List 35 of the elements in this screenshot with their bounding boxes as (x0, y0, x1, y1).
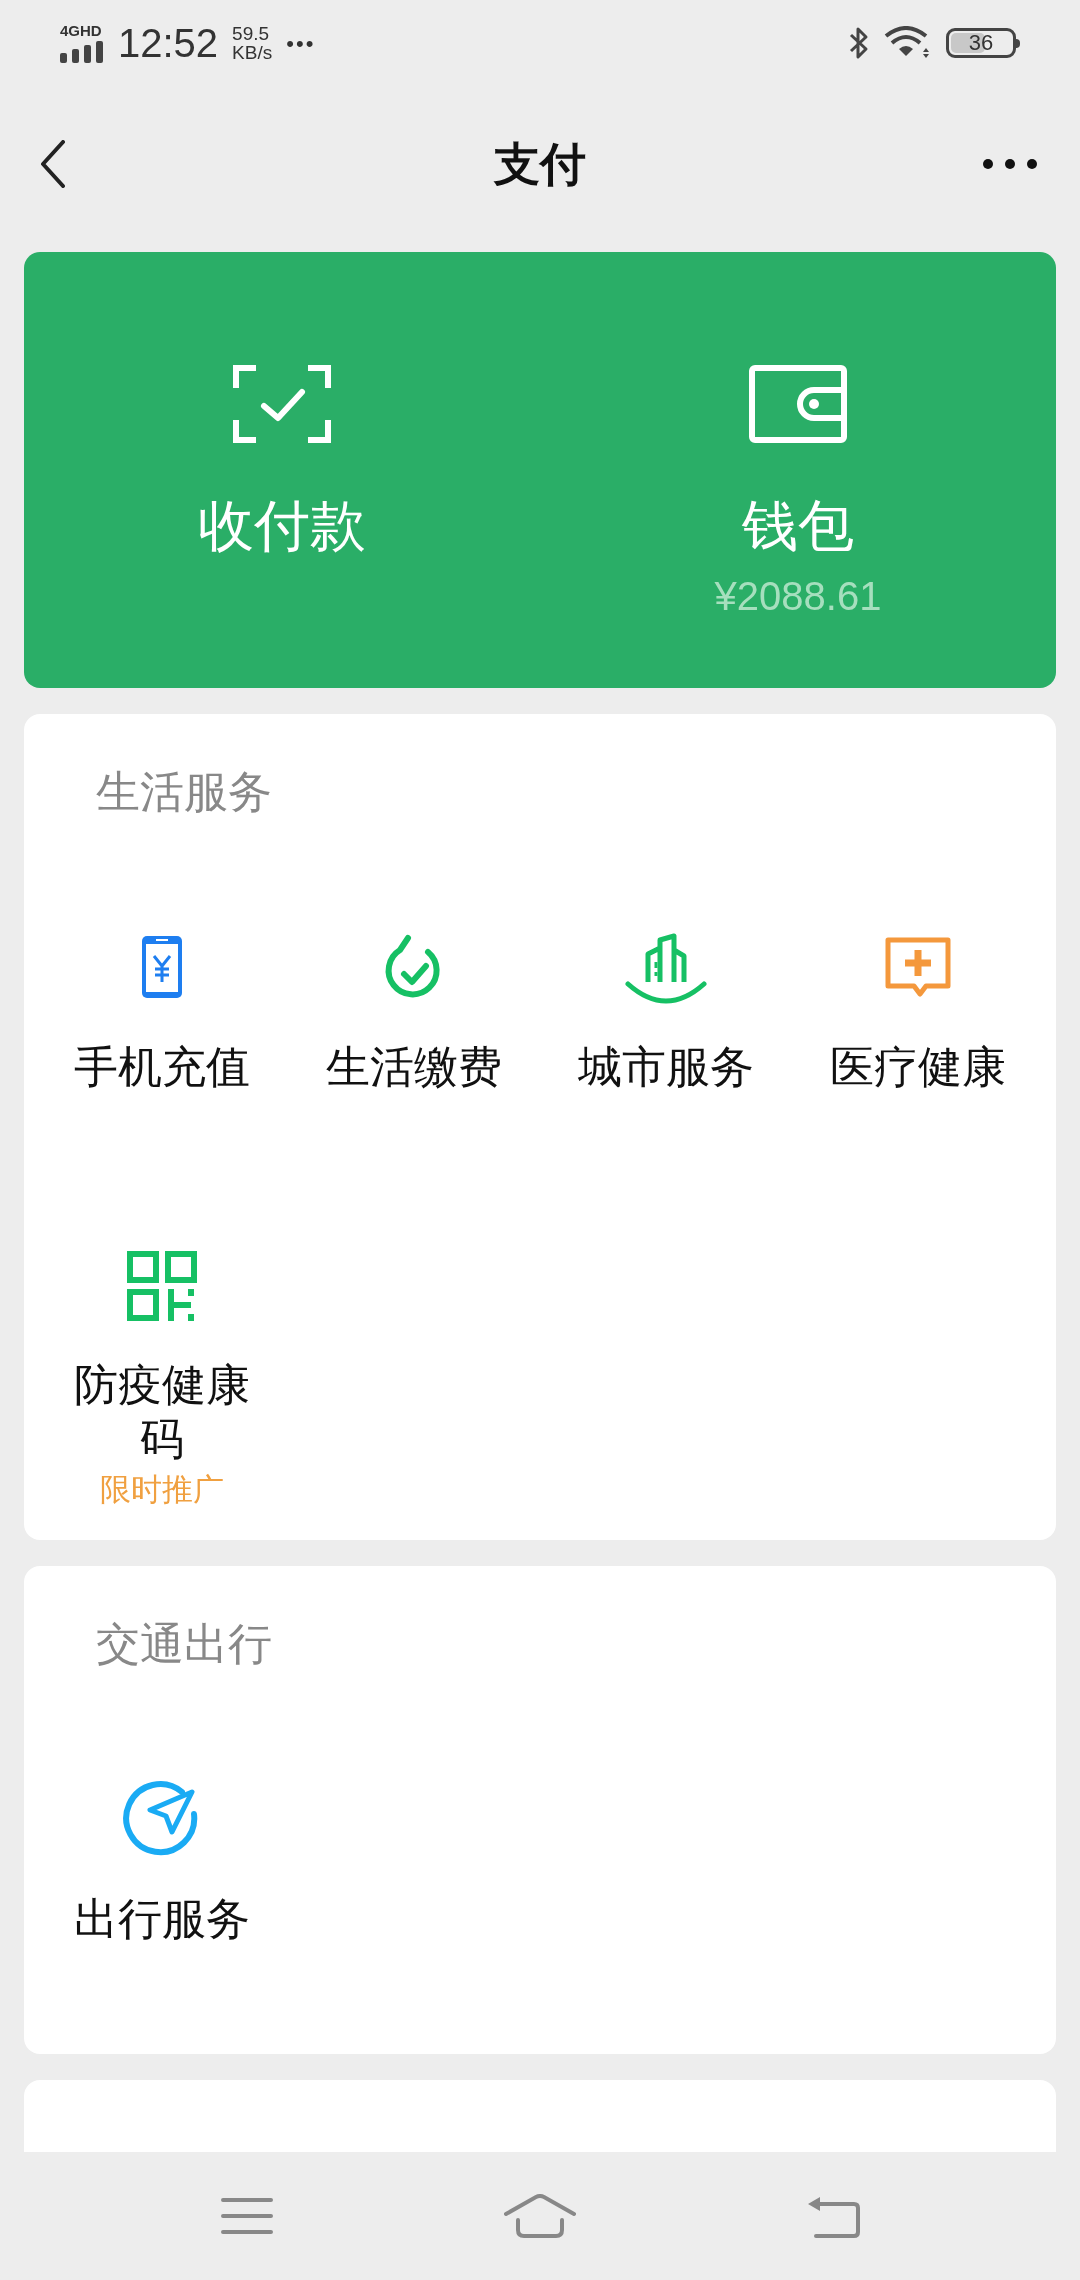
service-item[interactable]: 城市服务 (540, 926, 792, 1094)
service-label: 防疫健康码 (73, 1359, 251, 1465)
return-icon (806, 2194, 861, 2238)
action-label: 收付款 (198, 498, 366, 554)
service-label: 城市服务 (578, 1041, 754, 1093)
service-label: 手机充值 (74, 1041, 250, 1093)
service-item[interactable]: 手机充值 (36, 926, 288, 1094)
speed-unit: KB/s (232, 43, 273, 62)
more-icon (982, 158, 1038, 170)
bluetooth-icon (848, 25, 870, 61)
service-item[interactable]: 生活缴费 (288, 926, 540, 1094)
battery-level: 36 (968, 32, 994, 54)
service-item[interactable]: 医疗健康 (792, 926, 1044, 1094)
section-title: 生活服务 (95, 766, 273, 814)
wifi-icon (884, 26, 932, 60)
home-icon (504, 2194, 576, 2238)
menu-icon (220, 2196, 273, 2236)
service-label: 生活缴费 (326, 1041, 502, 1093)
service-label: 出行服务 (74, 1893, 250, 1945)
service-label: 医疗健康 (830, 1041, 1006, 1093)
service-item[interactable]: 出行服务 (36, 1778, 288, 1946)
promo-tag: 限时推广 (100, 1474, 224, 1505)
clock-time: 12:52 (118, 23, 219, 63)
page-title: 支付 (494, 136, 586, 192)
wallet-icon (748, 364, 848, 444)
action-label: 钱包 (742, 498, 854, 554)
network-type: 4GHD (60, 23, 102, 38)
back-icon (40, 140, 66, 188)
scan-icon (232, 364, 332, 444)
speed-value: 59.5 (232, 24, 271, 43)
section-title: 交通出行 (95, 1618, 273, 1666)
service-item[interactable]: 防疫健康码 限时推广 (36, 1244, 288, 1505)
more-notifications: ••• (286, 29, 316, 58)
signal-icon (60, 41, 104, 63)
wallet-balance: ¥2088.61 (714, 576, 882, 616)
